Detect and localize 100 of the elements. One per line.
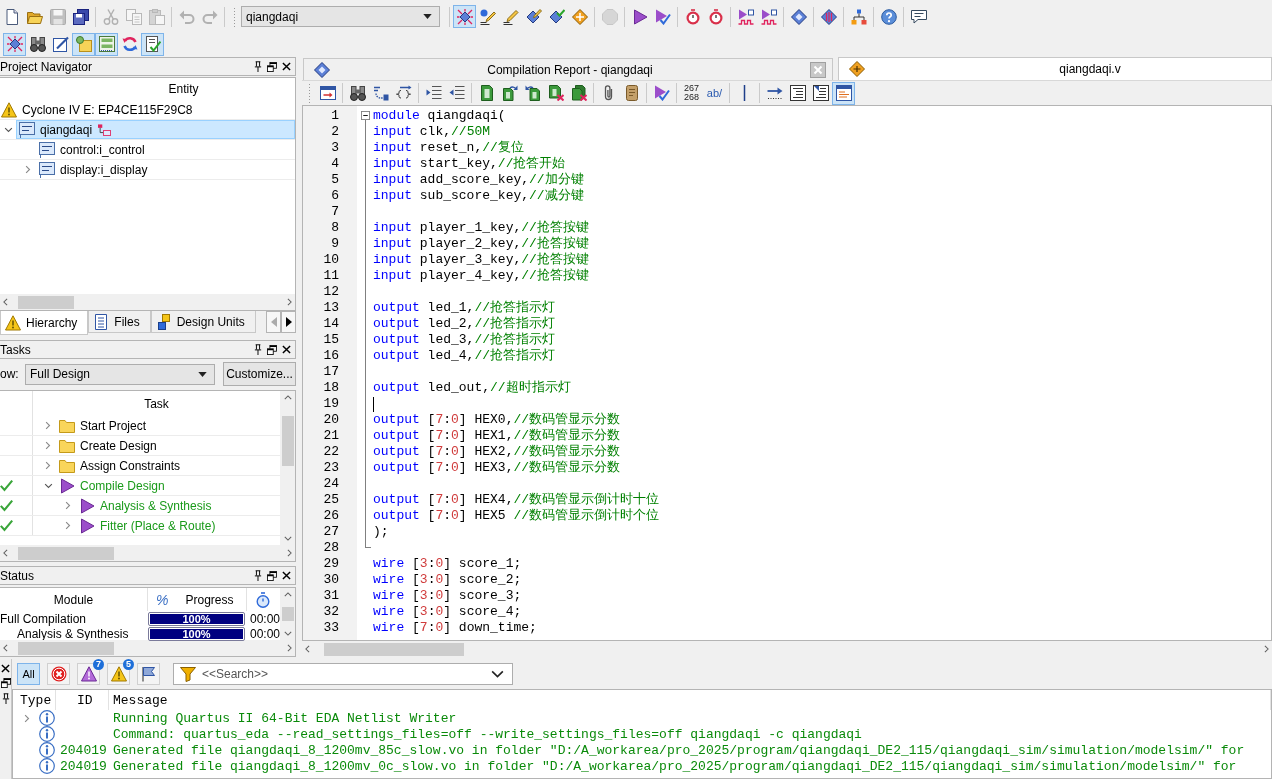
scrollbar-thumb[interactable] xyxy=(281,607,294,621)
folder-icon xyxy=(59,417,75,434)
task-label[interactable]: Fitter (Place & Route) xyxy=(100,518,216,533)
chevron-down-icon xyxy=(491,670,504,678)
message-text: Running Quartus II 64-Bit EDA Netlist Writer xyxy=(113,710,457,726)
restore-window-icon[interactable] xyxy=(0,678,11,688)
chevron-down-icon[interactable] xyxy=(43,482,53,489)
flow-dropdown[interactable]: Full Design xyxy=(25,363,215,385)
vertical-scrollbar[interactable] xyxy=(280,391,295,545)
line-number: 9 xyxy=(331,236,339,252)
filter-button[interactable]: All xyxy=(17,663,40,685)
column-header[interactable]: Task xyxy=(144,396,169,411)
line-number: 7 xyxy=(331,204,339,220)
scroll-right-button[interactable] xyxy=(281,311,296,333)
column-header[interactable]: Module xyxy=(53,592,94,607)
panel-tab[interactable]: Hierarchy xyxy=(0,311,89,335)
caret-down-icon xyxy=(423,14,432,19)
chevron-down-icon[interactable] xyxy=(3,126,13,133)
search-dropdown[interactable]: <<Search>> xyxy=(173,663,513,685)
stopwatch-icon xyxy=(707,8,724,25)
close-icon[interactable] xyxy=(282,62,291,71)
folder-icon xyxy=(59,437,75,454)
tree-item[interactable]: Cyclone IV E: EP4CE115F29C8 xyxy=(0,100,197,119)
line-number: 25 xyxy=(323,492,339,508)
code-line: input reset_n,//复位 xyxy=(373,140,524,156)
tree-item[interactable]: display:i_display xyxy=(36,160,152,179)
document-tab[interactable]: Compilation Report - qiangdaqi xyxy=(303,58,833,80)
scrollbar-thumb[interactable] xyxy=(324,642,464,656)
toolbar-button[interactable] xyxy=(832,81,855,105)
project-dropdown[interactable]: qiangdaqi xyxy=(241,6,440,27)
elapsed-time: 00:00 xyxy=(250,626,281,641)
line-number: 5 xyxy=(331,172,339,188)
pin-icon[interactable] xyxy=(254,61,262,72)
toolbar-button[interactable] xyxy=(453,5,476,28)
chevron-right-icon[interactable] xyxy=(45,461,51,470)
task-label[interactable]: Start Project xyxy=(80,418,147,433)
line-number: 12 xyxy=(323,284,339,300)
close-tab-button[interactable] xyxy=(810,61,826,78)
line-number: 19 xyxy=(323,396,339,412)
panel-tab[interactable]: Files xyxy=(88,311,151,333)
outdent-icon xyxy=(448,85,465,101)
column-header[interactable]: ID xyxy=(77,692,93,708)
floppy-disks-icon xyxy=(72,8,89,25)
pin-icon[interactable] xyxy=(1,693,10,704)
close-icon[interactable] xyxy=(1,664,10,673)
scrollbar-thumb[interactable] xyxy=(18,641,114,655)
code-line: output led_1,//抢答指示灯 xyxy=(373,300,556,316)
line-numbers-button[interactable]: 267 268 xyxy=(680,81,703,105)
task-label[interactable]: Assign Constraints xyxy=(80,458,181,473)
close-icon[interactable] xyxy=(282,345,291,354)
module-name: Full Compilation xyxy=(0,611,87,626)
scrollbar-thumb[interactable] xyxy=(18,546,114,560)
horizontal-scrollbar[interactable] xyxy=(0,640,295,656)
column-header[interactable]: Type xyxy=(20,692,52,708)
pin-icon[interactable] xyxy=(254,344,262,355)
code-line: input sub_score_key,//减分键 xyxy=(373,188,584,204)
document-tab[interactable]: qiangdaqi.v xyxy=(838,57,1272,80)
text-tool-button[interactable]: ab/ xyxy=(703,81,726,105)
chevron-right-icon[interactable] xyxy=(25,165,31,174)
chevron-right-icon[interactable] xyxy=(45,441,51,450)
filter-button[interactable] xyxy=(47,663,70,685)
column-header[interactable]: % xyxy=(156,591,169,608)
tree-item[interactable]: qiangdaqi xyxy=(16,120,295,139)
chevron-right-icon[interactable] xyxy=(45,421,51,430)
chevron-right-icon[interactable] xyxy=(24,713,30,723)
customize-button[interactable]: Customize... xyxy=(223,362,296,386)
task-label[interactable]: Analysis & Synthesis xyxy=(100,498,212,513)
scroll-icon xyxy=(623,85,640,101)
collapse-icon[interactable] xyxy=(361,111,370,120)
arrow-up-icon xyxy=(283,395,292,400)
chevron-right-icon[interactable] xyxy=(65,501,71,510)
scrollbar-thumb[interactable] xyxy=(18,295,74,309)
close-icon[interactable] xyxy=(282,571,291,580)
column-header[interactable]: Progress xyxy=(185,592,234,607)
task-label[interactable]: Compile Design xyxy=(80,478,165,493)
column-header[interactable]: Message xyxy=(113,692,168,708)
line-number: 13 xyxy=(323,300,339,316)
pen-page-icon xyxy=(52,36,69,52)
play-check-icon xyxy=(654,8,671,25)
vertical-scrollbar[interactable] xyxy=(280,588,295,640)
chevron-right-icon[interactable] xyxy=(65,521,71,530)
line-number: 2 xyxy=(331,124,339,140)
code-line: wire [3:0] score_3; xyxy=(373,588,522,604)
pin-icon[interactable] xyxy=(254,570,262,581)
restore-window-icon[interactable] xyxy=(267,344,277,355)
search-field[interactable]: <<Search>> xyxy=(202,667,485,681)
line-number: 27 xyxy=(323,524,339,540)
column-header[interactable]: Entity xyxy=(168,82,199,96)
toolbar-button[interactable] xyxy=(141,32,164,56)
task-label[interactable]: Create Design xyxy=(80,438,157,453)
restore-window-icon[interactable] xyxy=(267,61,277,72)
tree-item[interactable]: control:i_control xyxy=(36,140,149,159)
horizontal-scrollbar[interactable] xyxy=(0,294,295,310)
bookmark-prev-icon xyxy=(524,85,541,101)
filter-button[interactable] xyxy=(137,663,160,685)
panel-tab[interactable]: Design Units xyxy=(150,311,256,333)
restore-window-icon[interactable] xyxy=(267,570,277,581)
toolbar-button[interactable] xyxy=(3,32,26,56)
scrollbar-thumb[interactable] xyxy=(281,416,294,466)
horizontal-scrollbar[interactable] xyxy=(0,545,295,561)
